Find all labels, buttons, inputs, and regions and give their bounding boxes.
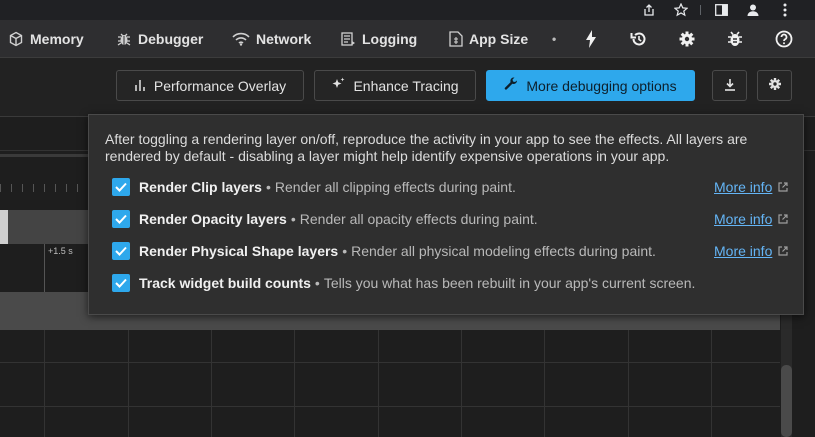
tab-logging[interactable]: Logging [340, 20, 417, 57]
tab-network[interactable]: Network [232, 20, 311, 57]
browser-chrome [0, 0, 815, 20]
more-info-link[interactable]: More info [714, 209, 788, 229]
timeline-ruler [0, 184, 88, 192]
tab-logging-label: Logging [362, 30, 418, 47]
settings-gear-icon[interactable] [674, 20, 700, 57]
chrome-divider [700, 5, 701, 15]
grid-col-line [44, 330, 45, 437]
grid-col-line [294, 330, 295, 437]
hot-restart-icon[interactable] [626, 20, 652, 57]
export-button[interactable] [712, 70, 747, 101]
grid-col-line [628, 330, 629, 437]
open-in-new-icon [778, 246, 788, 256]
enhance-tracing-label: Enhance Tracing [353, 77, 459, 94]
tab-memory[interactable]: Memory [8, 20, 84, 57]
grid-row-line [0, 362, 780, 363]
grid-col-line [128, 330, 129, 437]
hot-reload-icon[interactable] [578, 20, 604, 57]
grid-col-line [711, 330, 712, 437]
star-icon[interactable] [672, 0, 690, 20]
scrollbar-thumb[interactable] [781, 365, 792, 437]
performance-overlay-button[interactable]: Performance Overlay [116, 70, 304, 101]
browser-menu-icon[interactable] [776, 0, 794, 20]
devtools-top-nav: Memory Debugger Network Logging App Size… [0, 20, 815, 58]
bug-icon [116, 31, 132, 47]
more-tabs-indicator[interactable]: • [552, 20, 556, 57]
checkbox-checked[interactable] [112, 210, 130, 228]
more-info-link[interactable]: More info [714, 241, 788, 261]
option-description: Render all clipping effects during paint… [274, 179, 516, 195]
more-info-link[interactable]: More info [714, 177, 788, 197]
option-separator: • [342, 243, 348, 259]
performance-toolbar: Performance Overlay Enhance Tracing More… [0, 58, 815, 117]
wifi-icon [232, 32, 250, 46]
checkbox-checked[interactable] [112, 178, 130, 196]
grid-col-line [461, 330, 462, 437]
bar-chart-icon [134, 78, 146, 94]
option-description: Render all opacity effects during paint. [299, 211, 538, 227]
option-render-opacity-layers[interactable]: Render Opacity layers • Render all opaci… [112, 209, 538, 229]
sparkle-icon [331, 77, 345, 94]
gear-icon [768, 77, 782, 94]
option-track-widget-build-counts[interactable]: Track widget build counts • Tells you wh… [112, 273, 695, 293]
app-size-icon [449, 30, 463, 47]
side-panel-icon[interactable] [712, 0, 730, 20]
tab-app-size[interactable]: App Size [449, 20, 528, 57]
more-debugging-options-button[interactable]: More debugging options [486, 70, 695, 101]
option-name: Track widget build counts [139, 275, 311, 291]
timeline-frame-band [8, 210, 88, 244]
help-icon[interactable] [771, 20, 797, 57]
performance-settings-button[interactable] [757, 70, 792, 101]
wrench-icon [504, 77, 518, 94]
timeline-overview-track [0, 154, 88, 157]
checkbox-checked[interactable] [112, 274, 130, 292]
memory-icon [8, 31, 24, 47]
option-name: Render Clip layers [139, 179, 262, 195]
open-in-new-icon [778, 214, 788, 224]
checkbox-checked[interactable] [112, 242, 130, 260]
logging-icon [340, 31, 356, 47]
tab-debugger-label: Debugger [138, 30, 204, 47]
timeline-selection-handle[interactable] [0, 210, 8, 244]
grid-col-line [378, 330, 379, 437]
download-icon [724, 78, 736, 94]
tab-memory-label: Memory [30, 30, 84, 47]
open-in-new-icon [778, 182, 788, 192]
grid-col-line [544, 330, 545, 437]
option-name: Render Opacity layers [139, 211, 287, 227]
timeline-tick [44, 244, 45, 292]
grid-col-line [211, 330, 212, 437]
tab-app-size-label: App Size [469, 30, 529, 47]
option-separator: • [314, 275, 320, 291]
option-render-clip-layers[interactable]: Render Clip layers • Render all clipping… [112, 177, 516, 197]
option-name: Render Physical Shape layers [139, 243, 339, 259]
option-render-physical-shape-layers[interactable]: Render Physical Shape layers • Render al… [112, 241, 656, 261]
debugging-options-popup: After toggling a rendering layer on/off,… [88, 114, 804, 315]
more-debugging-options-label: More debugging options [526, 77, 677, 94]
timeline-time-marker: +1.5 s [48, 246, 73, 256]
popup-description: After toggling a rendering layer on/off,… [105, 131, 748, 164]
profile-icon[interactable] [744, 0, 762, 20]
share-icon[interactable] [640, 0, 658, 20]
performance-overlay-label: Performance Overlay [153, 77, 287, 94]
tab-network-label: Network [256, 30, 312, 47]
option-separator: • [290, 211, 296, 227]
tab-debugger[interactable]: Debugger [116, 20, 203, 57]
option-description: Tells you what has been rebuilt in your … [323, 275, 696, 291]
option-description: Render all physical modeling effects dur… [351, 243, 656, 259]
option-separator: • [265, 179, 271, 195]
grid-row-line [0, 406, 780, 407]
report-bug-icon[interactable] [722, 20, 748, 57]
enhance-tracing-button[interactable]: Enhance Tracing [314, 70, 476, 101]
